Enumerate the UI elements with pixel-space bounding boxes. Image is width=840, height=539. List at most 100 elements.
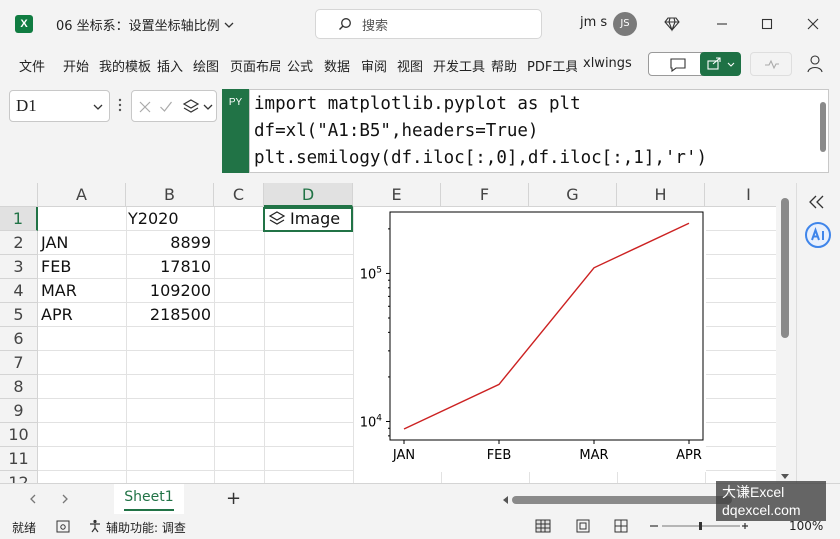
x-tick-label: JAN bbox=[392, 448, 415, 463]
row-header-11[interactable]: 11 bbox=[0, 447, 38, 471]
gridline bbox=[264, 207, 265, 483]
column-header-b[interactable]: B bbox=[126, 183, 214, 207]
tab-xlwings[interactable]: xlwings bbox=[583, 56, 632, 71]
column-header-i[interactable]: I bbox=[705, 183, 776, 207]
column-header-c[interactable]: C bbox=[214, 183, 264, 207]
x-tick-label: APR bbox=[676, 448, 702, 463]
row-header-8[interactable]: 8 bbox=[0, 375, 38, 399]
column-header-g[interactable]: G bbox=[529, 183, 617, 207]
minimize-icon[interactable] bbox=[712, 14, 732, 34]
horizontal-scroll-thumb[interactable] bbox=[512, 496, 732, 504]
normal-view-icon[interactable] bbox=[535, 519, 551, 533]
tab-data[interactable]: 数据 bbox=[324, 56, 350, 75]
title-bar: X 06 坐标系：设置坐标轴比例 搜索 jm s JS bbox=[0, 0, 840, 48]
tab-file[interactable]: 文件 bbox=[19, 56, 45, 75]
row-header-3[interactable]: 3 bbox=[0, 255, 38, 279]
maximize-icon[interactable] bbox=[757, 14, 777, 34]
tab-review[interactable]: 审阅 bbox=[361, 56, 387, 75]
scroll-down-icon[interactable] bbox=[780, 473, 790, 481]
macro-record-icon[interactable] bbox=[56, 520, 70, 533]
column-header-h[interactable]: H bbox=[617, 183, 705, 207]
chevron-down-icon bbox=[93, 104, 103, 110]
tab-help[interactable]: 帮助 bbox=[491, 56, 517, 75]
copilot-icon[interactable] bbox=[805, 52, 827, 76]
search-placeholder: 搜索 bbox=[362, 18, 389, 34]
share-button[interactable] bbox=[700, 52, 741, 76]
row-header-2[interactable]: 2 bbox=[0, 231, 38, 255]
comments-button[interactable] bbox=[648, 52, 706, 76]
collapse-left-icon[interactable] bbox=[808, 195, 828, 209]
name-box-value: D1 bbox=[16, 96, 37, 115]
user-name[interactable]: jm s bbox=[580, 15, 607, 30]
tab-formulas[interactable]: 公式 bbox=[287, 56, 313, 75]
zoom-slider[interactable] bbox=[648, 519, 748, 533]
row-header-6[interactable]: 6 bbox=[0, 327, 38, 351]
sheet-tab-label: Sheet1 bbox=[124, 489, 174, 505]
row-header-1[interactable]: 1 bbox=[0, 207, 38, 231]
chevron-down-icon[interactable] bbox=[203, 102, 213, 112]
cell-b3[interactable]: 17810 bbox=[126, 255, 211, 279]
cell-a4[interactable]: MAR bbox=[41, 279, 77, 303]
accessibility-icon bbox=[90, 519, 100, 533]
avatar[interactable]: JS bbox=[613, 12, 637, 36]
enter-icon[interactable] bbox=[159, 100, 173, 114]
tab-view[interactable]: 视图 bbox=[397, 56, 423, 75]
row-header-5[interactable]: 5 bbox=[0, 303, 38, 327]
select-all-corner[interactable] bbox=[0, 183, 38, 207]
python-layers-icon[interactable] bbox=[182, 99, 200, 115]
diamond-icon[interactable] bbox=[662, 14, 682, 34]
chevron-down-icon bbox=[224, 22, 234, 28]
formula-input[interactable]: import matplotlib.pyplot as plt df=xl("A… bbox=[249, 89, 829, 173]
chevron-left-icon[interactable] bbox=[28, 494, 38, 504]
gridline bbox=[214, 207, 215, 483]
scroll-left-icon[interactable] bbox=[501, 495, 509, 505]
formula-scrollbar[interactable] bbox=[820, 102, 826, 152]
column-header-a[interactable]: A bbox=[38, 183, 126, 207]
cell-a2[interactable]: JAN bbox=[41, 231, 68, 255]
tab-page-layout[interactable]: 页面布局 bbox=[230, 56, 280, 75]
row-header-7[interactable]: 7 bbox=[0, 351, 38, 375]
activity-button[interactable] bbox=[750, 52, 792, 76]
cell-b2[interactable]: 8899 bbox=[126, 231, 211, 255]
tab-developer[interactable]: 开发工具 bbox=[433, 56, 485, 75]
ai-assistant-icon[interactable] bbox=[804, 221, 832, 249]
chevron-right-icon[interactable] bbox=[60, 494, 70, 504]
row-header-4[interactable]: 4 bbox=[0, 279, 38, 303]
zoom-level[interactable]: 100% bbox=[789, 519, 823, 533]
cell-a5[interactable]: APR bbox=[41, 303, 73, 327]
cancel-icon[interactable] bbox=[138, 100, 152, 114]
name-box[interactable]: D1 bbox=[9, 90, 110, 122]
more-dots-icon[interactable] bbox=[118, 98, 122, 112]
tab-insert[interactable]: 插入 bbox=[157, 56, 183, 75]
status-accessibility[interactable]: 辅助功能: 调查 bbox=[106, 519, 186, 536]
row-header-12[interactable]: 12 bbox=[0, 471, 38, 483]
watermark: 大谦Excel dqexcel.com bbox=[716, 481, 826, 521]
excel-icon: X bbox=[15, 15, 33, 33]
cell-d1-image[interactable]: Image bbox=[268, 209, 340, 228]
cell-b5[interactable]: 218500 bbox=[126, 303, 211, 327]
add-sheet-button[interactable]: + bbox=[226, 488, 241, 509]
page-break-view-icon[interactable] bbox=[614, 519, 628, 533]
row-header-9[interactable]: 9 bbox=[0, 399, 38, 423]
close-icon[interactable] bbox=[803, 14, 823, 34]
page-layout-view-icon[interactable] bbox=[576, 519, 590, 533]
column-header-e[interactable]: E bbox=[353, 183, 441, 207]
row-header-10[interactable]: 10 bbox=[0, 423, 38, 447]
tab-draw[interactable]: 绘图 bbox=[193, 56, 219, 75]
formula-actions bbox=[131, 90, 217, 122]
search-box[interactable]: 搜索 bbox=[315, 9, 542, 39]
cell-b1[interactable]: Y2020 bbox=[128, 207, 179, 231]
cell-a3[interactable]: FEB bbox=[41, 255, 71, 279]
tab-my-templates[interactable]: 我的模板 bbox=[99, 56, 151, 75]
side-pane bbox=[796, 183, 840, 483]
vertical-scrollbar[interactable] bbox=[776, 183, 794, 483]
column-header-f[interactable]: F bbox=[441, 183, 529, 207]
document-title[interactable]: 06 坐标系：设置坐标轴比例 bbox=[56, 15, 234, 34]
cell-b4[interactable]: 109200 bbox=[126, 279, 211, 303]
column-header-d[interactable]: D bbox=[264, 183, 353, 207]
tab-home[interactable]: 开始 bbox=[63, 56, 89, 75]
vertical-scroll-thumb[interactable] bbox=[781, 198, 789, 338]
sheet-tab-sheet1[interactable]: Sheet1 bbox=[114, 484, 184, 514]
semilogy-chart[interactable]: JAN FEB MAR APR104105 bbox=[354, 207, 706, 472]
tab-pdf-tools[interactable]: PDF工具 bbox=[527, 56, 577, 75]
